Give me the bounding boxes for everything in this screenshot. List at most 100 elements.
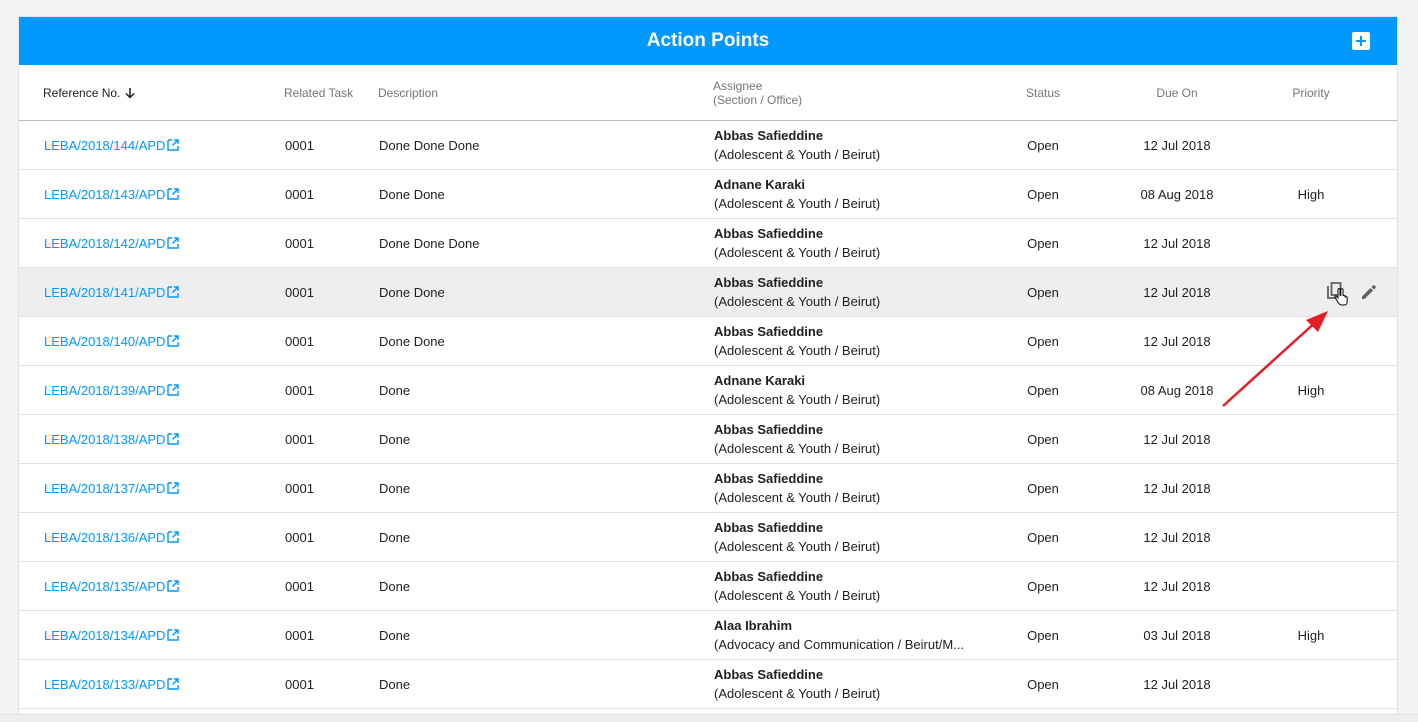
reference-link[interactable]: LEBA/2018/138/APD xyxy=(44,432,180,447)
priority-cell xyxy=(1271,121,1351,169)
reference-cell: LEBA/2018/139/APD xyxy=(44,366,180,414)
priority-cell xyxy=(1271,562,1351,610)
reference-link[interactable]: LEBA/2018/140/APD xyxy=(44,334,180,349)
status-cell: Open xyxy=(1027,627,1059,643)
assignee-name: Abbas Safieddine xyxy=(714,128,824,143)
assignee-name: Abbas Safieddine xyxy=(714,226,824,241)
assignee-cell: Adnane Karaki (Adolescent & Youth / Beir… xyxy=(714,170,880,218)
open-in-new-icon xyxy=(167,237,180,249)
table-row[interactable]: LEBA/2018/133/APD 0001 Done Abbas Safied… xyxy=(19,660,1397,709)
reference-link[interactable]: LEBA/2018/136/APD xyxy=(44,530,180,545)
table-row[interactable]: LEBA/2018/143/APD 0001 Done Done Adnane … xyxy=(19,170,1397,219)
assignee-name: Abbas Safieddine xyxy=(714,275,824,290)
table-row[interactable]: LEBA/2018/137/APD 0001 Done Abbas Safied… xyxy=(19,464,1397,513)
priority-cell xyxy=(1271,464,1351,512)
assignee-name: Abbas Safieddine xyxy=(714,324,824,339)
table-row[interactable]: LEBA/2018/138/APD 0001 Done Abbas Safied… xyxy=(19,415,1397,464)
related-task-cell: 0001 xyxy=(285,529,314,545)
action-points-panel: Action Points Reference No. Related Task… xyxy=(18,16,1398,722)
reference-link[interactable]: LEBA/2018/144/APD xyxy=(44,138,180,153)
reference-link[interactable]: LEBA/2018/137/APD xyxy=(44,481,180,496)
assignee-office: (Adolescent & Youth / Beirut) xyxy=(714,588,881,603)
due-on-cell: 08 Aug 2018 xyxy=(1140,382,1214,398)
reference-link-label: LEBA/2018/141/APD xyxy=(44,284,166,300)
assignee-cell: Abbas Safieddine (Adolescent & Youth / B… xyxy=(714,513,880,561)
arrow-down-icon xyxy=(125,88,135,99)
description-cell: Done xyxy=(379,578,411,594)
assignee-cell: Abbas Safieddine (Adolescent & Youth / B… xyxy=(714,464,880,512)
table-row[interactable]: LEBA/2018/134/APD 0001 Done Alaa Ibrahim… xyxy=(19,611,1397,660)
reference-link[interactable]: LEBA/2018/133/APD xyxy=(44,677,180,692)
open-in-new-icon xyxy=(167,678,180,690)
reference-link[interactable]: LEBA/2018/141/APD xyxy=(44,285,180,300)
assignee-office: (Adolescent & Youth / Beirut) xyxy=(714,441,881,456)
row-actions xyxy=(1325,281,1379,306)
table-row[interactable]: LEBA/2018/136/APD 0001 Done Abbas Safied… xyxy=(19,513,1397,562)
column-header-assignee[interactable]: Assignee (Section / Office) xyxy=(713,65,802,121)
pencil-icon xyxy=(1362,285,1376,299)
column-header-related-task[interactable]: Related Task xyxy=(284,65,353,121)
status-cell: Open xyxy=(1027,284,1059,300)
reference-link[interactable]: LEBA/2018/142/APD xyxy=(44,236,180,251)
related-task-cell: 0001 xyxy=(285,627,314,643)
column-header-priority[interactable]: Priority xyxy=(1271,65,1351,121)
priority-cell xyxy=(1271,415,1351,463)
assignee-office: (Adolescent & Youth / Beirut) xyxy=(714,294,881,309)
reference-link[interactable]: LEBA/2018/134/APD xyxy=(44,628,180,643)
due-on-cell: 12 Jul 2018 xyxy=(1143,431,1211,447)
assignee-cell: Abbas Safieddine (Adolescent & Youth / B… xyxy=(714,121,880,169)
table-row[interactable]: LEBA/2018/141/APD 0001 Done Done Abbas S… xyxy=(19,268,1397,317)
status-cell: Open xyxy=(1027,578,1059,594)
column-header-reference[interactable]: Reference No. xyxy=(43,65,136,121)
related-task-cell: 0001 xyxy=(285,186,314,202)
add-action-point-button[interactable] xyxy=(1352,32,1370,50)
status-cell: Open xyxy=(1027,333,1059,349)
status-cell: Open xyxy=(1027,431,1059,447)
assignee-office: (Adolescent & Youth / Beirut) xyxy=(714,343,881,358)
table-row[interactable]: LEBA/2018/140/APD 0001 Done Done Abbas S… xyxy=(19,317,1397,366)
status-cell: Open xyxy=(1027,186,1059,202)
table-row[interactable]: LEBA/2018/139/APD 0001 Done Adnane Karak… xyxy=(19,366,1397,415)
assignee-name: Adnane Karaki xyxy=(714,177,806,192)
status-cell: Open xyxy=(1027,480,1059,496)
reference-link-label: LEBA/2018/144/APD xyxy=(44,137,166,153)
assignee-name: Abbas Safieddine xyxy=(714,422,824,437)
reference-link-label: LEBA/2018/133/APD xyxy=(44,676,166,692)
due-on-cell: 12 Jul 2018 xyxy=(1143,137,1211,153)
description-cell: Done Done xyxy=(379,284,445,300)
column-header-due-on[interactable]: Due On xyxy=(1123,65,1231,121)
related-task-cell: 0001 xyxy=(285,578,314,594)
reference-link[interactable]: LEBA/2018/135/APD xyxy=(44,579,180,594)
column-header-reference-label: Reference No. xyxy=(43,86,121,100)
due-on-cell: 12 Jul 2018 xyxy=(1143,284,1211,300)
reference-link[interactable]: LEBA/2018/139/APD xyxy=(44,383,180,398)
reference-cell: LEBA/2018/138/APD xyxy=(44,415,180,463)
assignee-cell: Alaa Ibrahim (Advocacy and Communication… xyxy=(714,611,964,659)
open-in-new-icon xyxy=(167,580,180,592)
reference-cell: LEBA/2018/136/APD xyxy=(44,513,180,561)
reference-link-label: LEBA/2018/135/APD xyxy=(44,578,166,594)
column-header-description[interactable]: Description xyxy=(378,65,438,121)
reference-link[interactable]: LEBA/2018/143/APD xyxy=(44,187,180,202)
due-on-cell: 12 Jul 2018 xyxy=(1143,578,1211,594)
reference-link-label: LEBA/2018/139/APD xyxy=(44,382,166,398)
reference-cell: LEBA/2018/133/APD xyxy=(44,660,180,708)
assignee-office: (Advocacy and Communication / Beirut/M..… xyxy=(714,637,964,652)
reference-cell: LEBA/2018/134/APD xyxy=(44,611,180,659)
table-row[interactable]: LEBA/2018/142/APD 0001 Done Done Done Ab… xyxy=(19,219,1397,268)
add-box-icon xyxy=(1356,36,1366,46)
assignee-cell: Abbas Safieddine (Adolescent & Youth / B… xyxy=(714,660,880,708)
priority-cell: High xyxy=(1297,382,1325,398)
panel-header: Action Points xyxy=(19,17,1397,65)
table-row[interactable]: LEBA/2018/144/APD 0001 Done Done Done Ab… xyxy=(19,121,1397,170)
reference-link-label: LEBA/2018/143/APD xyxy=(44,186,166,202)
related-task-cell: 0001 xyxy=(285,382,314,398)
reference-cell: LEBA/2018/141/APD xyxy=(44,268,180,316)
copy-button[interactable] xyxy=(1325,281,1348,306)
table-row[interactable]: LEBA/2018/135/APD 0001 Done Abbas Safied… xyxy=(19,562,1397,611)
column-header-status[interactable]: Status xyxy=(1003,65,1083,121)
open-in-new-icon xyxy=(167,531,180,543)
edit-button[interactable] xyxy=(1359,282,1379,302)
assignee-office: (Adolescent & Youth / Beirut) xyxy=(714,392,881,407)
priority-cell xyxy=(1271,219,1351,267)
